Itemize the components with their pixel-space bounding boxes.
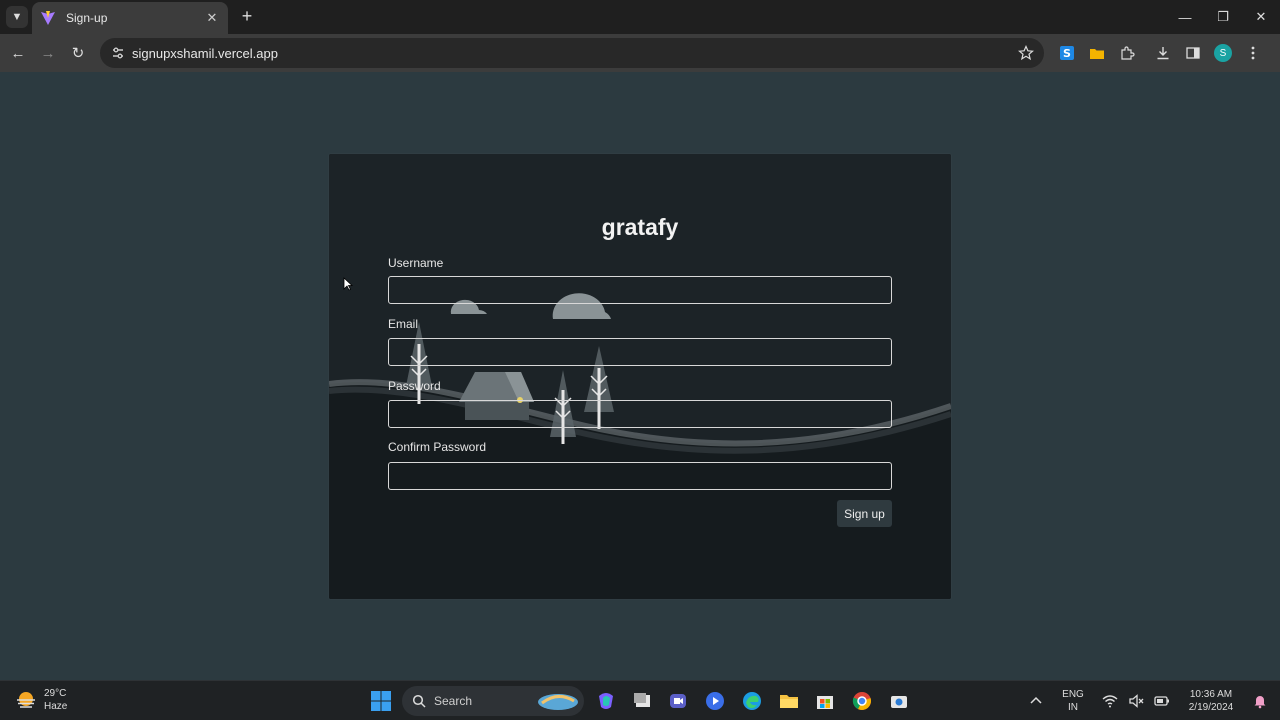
restore-icon[interactable]: ❐ — [1204, 0, 1242, 34]
search-icon — [412, 694, 426, 708]
address-bar[interactable]: signupxshamil.vercel.app — [100, 38, 1044, 68]
profile-avatar[interactable]: S — [1212, 42, 1234, 64]
meet-icon[interactable] — [666, 689, 690, 713]
file-explorer-icon[interactable] — [777, 689, 801, 713]
show-hidden-icons-icon[interactable] — [1028, 693, 1044, 709]
task-view-icon[interactable] — [631, 689, 655, 713]
more-menu-icon[interactable] — [1242, 42, 1264, 64]
window-controls: — ❐ ✕ — [1166, 0, 1280, 34]
bookmark-star-icon[interactable] — [1018, 45, 1034, 61]
username-label: Username — [388, 256, 444, 270]
confirm-password-input[interactable] — [388, 462, 892, 490]
password-label: Password — [388, 379, 441, 393]
taskbar-search[interactable]: Search — [402, 686, 584, 716]
side-panel-icon[interactable] — [1182, 42, 1204, 64]
site-info-icon[interactable] — [110, 45, 126, 61]
toolbar-extensions: S S — [1056, 42, 1272, 64]
back-icon[interactable]: ← — [7, 42, 29, 64]
search-label: Search — [434, 694, 473, 708]
page-viewport: gratafy Username Email Password Confirm … — [0, 72, 1280, 680]
new-tab-icon[interactable]: + — [236, 6, 258, 28]
tab-title: Sign-up — [66, 11, 108, 25]
email-label: Email — [388, 317, 419, 331]
system-tray: ENG IN 10:36 AM 2/19/2024 — [1023, 681, 1280, 720]
tab-search-icon[interactable]: ▼ — [6, 6, 28, 28]
microsoft-store-icon[interactable] — [813, 689, 837, 713]
close-window-icon[interactable]: ✕ — [1242, 0, 1280, 34]
volume-muted-icon[interactable] — [1128, 693, 1144, 709]
clock-time: 10:36 AM — [1189, 689, 1233, 700]
weather-widget[interactable]: 29°C Haze — [14, 687, 67, 713]
battery-icon[interactable] — [1154, 693, 1170, 709]
chrome-icon[interactable] — [850, 689, 874, 713]
vite-favicon-icon — [41, 11, 55, 25]
brand-title: gratafy — [601, 214, 679, 240]
signup-card: gratafy Username Email Password Confirm … — [329, 154, 951, 599]
clock-date: 2/19/2024 — [1188, 702, 1234, 713]
download-icon[interactable] — [1152, 42, 1174, 64]
wifi-icon[interactable] — [1102, 693, 1118, 709]
confirm-password-label: Confirm Password — [388, 440, 487, 454]
password-input[interactable] — [388, 400, 892, 428]
browser-tabstrip: ▼ Sign-up ✕ + — ❐ ✕ — [0, 0, 1280, 34]
notification-bell-icon[interactable] — [1252, 693, 1268, 709]
copilot-icon[interactable] — [594, 689, 618, 713]
haze-sun-icon — [17, 692, 35, 708]
tab-close-icon[interactable]: ✕ — [204, 10, 220, 26]
email-input[interactable] — [388, 338, 892, 366]
weather-temp: 29°C — [44, 688, 67, 699]
browser-toolbar: ← → ↻ signupxshamil.vercel.app S S — [0, 34, 1280, 72]
svg-text:S: S — [1063, 47, 1071, 60]
windows-taskbar: 29°C Haze Search ENG IN 10:36 AM 2/19/20… — [0, 680, 1280, 720]
folder-extension-icon[interactable] — [1086, 42, 1108, 64]
edge-icon[interactable] — [740, 689, 764, 713]
signup-button[interactable]: Sign up — [837, 500, 892, 527]
windows-start-icon[interactable] — [370, 690, 392, 712]
clock[interactable]: 10:36 AM 2/19/2024 — [1179, 688, 1243, 714]
s-extension-icon[interactable]: S — [1056, 42, 1078, 64]
username-input[interactable] — [388, 276, 892, 304]
url-text: signupxshamil.vercel.app — [132, 45, 278, 61]
browser-tab[interactable]: Sign-up ✕ — [32, 2, 228, 34]
reload-icon[interactable]: ↻ — [67, 42, 89, 64]
weather-desc: Haze — [44, 701, 68, 712]
extensions-puzzle-icon[interactable] — [1116, 42, 1138, 64]
media-player-icon[interactable] — [703, 689, 727, 713]
search-highlight-icon — [538, 694, 578, 710]
forward-icon[interactable]: → — [37, 42, 59, 64]
language-indicator[interactable]: ENG IN — [1055, 688, 1091, 714]
minimize-icon[interactable]: — — [1166, 0, 1204, 34]
camera-app-icon[interactable] — [887, 689, 911, 713]
mouse-cursor-icon — [343, 277, 353, 291]
